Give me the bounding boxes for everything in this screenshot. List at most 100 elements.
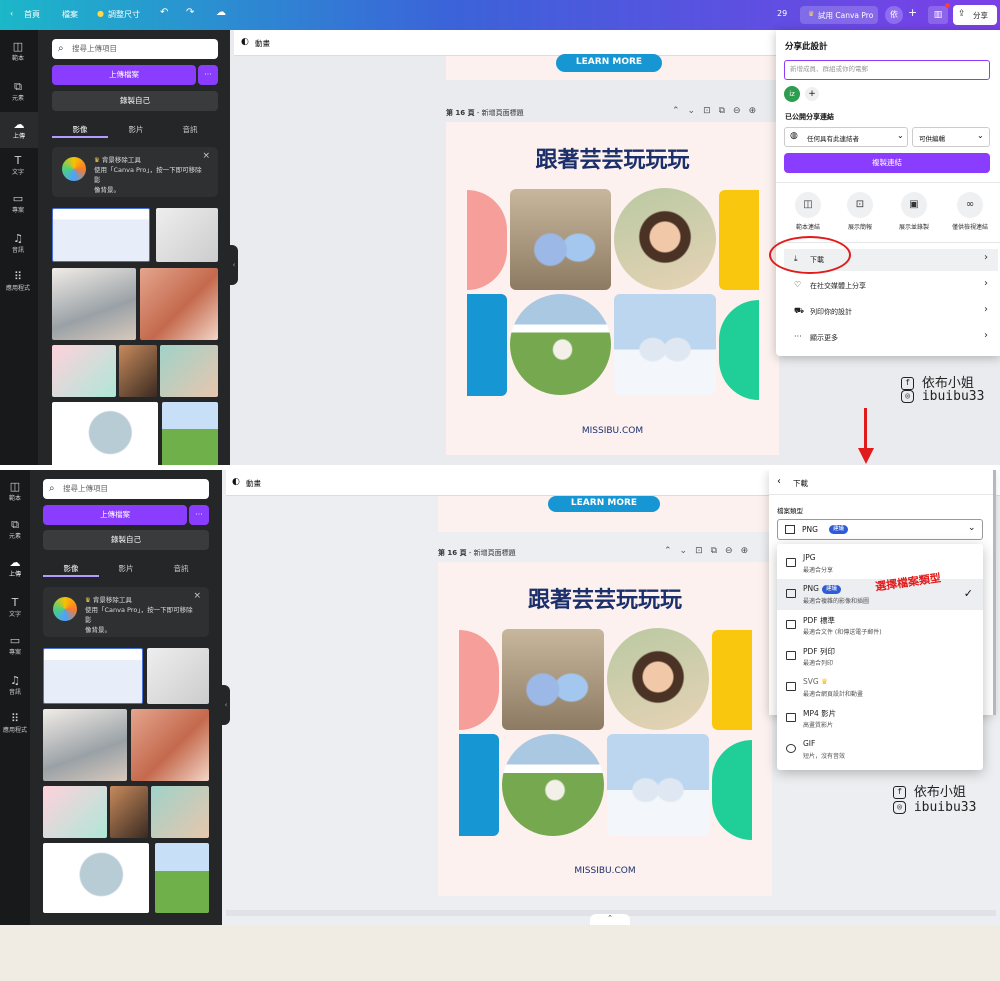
- photo-girl-garden[interactable]: [510, 294, 611, 395]
- show-more-menu-item[interactable]: ··· 顯示更多 ›: [784, 327, 998, 349]
- present-record-action[interactable]: ▣ 展示並錄製: [888, 192, 940, 231]
- share-button[interactable]: ⇪ 分享: [953, 5, 997, 25]
- back-chevron-icon[interactable]: ‹: [10, 9, 13, 18]
- rail-item-audio[interactable]: ♫ 音訊: [0, 232, 36, 254]
- try-pro-button[interactable]: ♛ 試用 Canva Pro: [800, 6, 878, 24]
- upload-thumbnail[interactable]: [43, 786, 107, 838]
- expand-notes-handle[interactable]: ⌃: [590, 914, 630, 925]
- upload-thumbnail[interactable]: [52, 268, 136, 340]
- rail-item-elements[interactable]: ⧉ 元素: [0, 80, 36, 102]
- animate-button[interactable]: 動畫: [255, 38, 270, 49]
- scrollbar[interactable]: [993, 470, 996, 715]
- photo-girls-dresses[interactable]: [502, 629, 604, 730]
- file-type-option-pdf-standard[interactable]: PDF 標準 最適合文件 (和傳送電子郵件): [777, 610, 983, 641]
- upload-files-button[interactable]: 上傳檔案: [52, 65, 196, 85]
- close-icon[interactable]: ×: [193, 591, 201, 601]
- animate-button[interactable]: 動畫: [246, 478, 261, 489]
- collapse-panel-handle[interactable]: ‹: [230, 245, 238, 285]
- undo-icon[interactable]: ↶: [160, 7, 168, 18]
- photo-girl-smiling[interactable]: [614, 188, 716, 290]
- upload-thumbnail[interactable]: [110, 786, 148, 838]
- upload-thumbnail[interactable]: [131, 709, 209, 781]
- photo-girls-snow[interactable]: [614, 294, 716, 395]
- link-access-select[interactable]: ◍ 任何具有此連結者 ⌄: [784, 127, 908, 147]
- permission-select[interactable]: 可供編輯 ⌄: [912, 127, 990, 147]
- file-type-option-gif[interactable]: GIF 短片，沒有音效: [777, 734, 983, 765]
- more-options-icon[interactable]: ···: [189, 505, 209, 525]
- template-link-action[interactable]: ◫ 範本連結: [784, 192, 832, 231]
- rail-item-text[interactable]: T 文字: [0, 596, 30, 618]
- tab-videos[interactable]: 影片: [108, 124, 164, 135]
- analytics-icon[interactable]: ▥: [928, 6, 948, 24]
- upload-thumbnail[interactable]: [52, 345, 116, 397]
- page-tools[interactable]: ⌃⌄⊡⧉⊖⊕: [664, 546, 756, 556]
- photo-girl-smiling[interactable]: [607, 628, 709, 730]
- upload-files-button[interactable]: 上傳檔案: [43, 505, 187, 525]
- photo-girls-dresses[interactable]: [510, 189, 611, 290]
- file-type-option-jpg[interactable]: JPG 最適合分享: [777, 548, 983, 579]
- file-menu[interactable]: 檔案: [62, 9, 78, 20]
- photo-girl-garden[interactable]: [502, 734, 604, 836]
- photo-girls-snow[interactable]: [607, 734, 709, 836]
- file-type-option-mp4[interactable]: MP4 影片 高畫質影片: [777, 703, 983, 734]
- tab-videos[interactable]: 影片: [98, 563, 154, 574]
- upload-thumbnail[interactable]: [52, 208, 150, 262]
- tab-images[interactable]: 影像: [52, 124, 108, 138]
- search-input[interactable]: ⌕ 搜尋上傳項目: [52, 39, 218, 59]
- invite-input[interactable]: 新增成員、群組或你的電郵: [784, 60, 990, 80]
- rail-item-apps[interactable]: ⠿ 應用程式: [0, 270, 36, 292]
- close-icon[interactable]: ×: [202, 151, 210, 161]
- design-page[interactable]: 跟著芸芸玩玩玩 MISSIBU.COM: [446, 122, 779, 455]
- upload-thumbnail[interactable]: [43, 843, 149, 913]
- upload-thumbnail[interactable]: [140, 268, 218, 340]
- upload-thumbnail[interactable]: [162, 402, 218, 470]
- upload-thumbnail[interactable]: [147, 648, 209, 704]
- home-link[interactable]: 首頁: [24, 9, 40, 20]
- upload-thumbnail[interactable]: [160, 345, 218, 397]
- back-chevron-icon[interactable]: ‹: [777, 476, 781, 487]
- page-tools[interactable]: ⌃⌄⊡⧉⊖⊕: [672, 106, 764, 116]
- copy-link-button[interactable]: 複製連結: [784, 153, 990, 173]
- upload-thumbnail[interactable]: [43, 648, 143, 704]
- upload-thumbnail[interactable]: [155, 843, 209, 913]
- cloud-save-icon[interactable]: ☁: [216, 7, 226, 18]
- collapse-panel-handle[interactable]: ‹: [222, 685, 230, 725]
- rail-item-templates[interactable]: ◫ 範本: [0, 480, 30, 502]
- rail-item-audio[interactable]: ♫ 音訊: [0, 674, 30, 696]
- tab-audio[interactable]: 音訊: [162, 124, 218, 135]
- file-type-select[interactable]: PNG 建議 ⌄: [777, 519, 983, 540]
- rail-item-text[interactable]: T 文字: [0, 154, 36, 176]
- present-action[interactable]: ⊡ 展示簡報: [836, 192, 884, 231]
- tab-audio[interactable]: 音訊: [153, 563, 209, 574]
- record-yourself-button[interactable]: 錄製自己: [52, 91, 218, 111]
- rail-item-apps[interactable]: ⠿ 應用程式: [0, 712, 30, 734]
- rail-item-uploads[interactable]: ☁ 上傳: [0, 556, 30, 578]
- more-options-icon[interactable]: ···: [198, 65, 218, 85]
- record-yourself-button[interactable]: 錄製自己: [43, 530, 209, 550]
- print-menu-item[interactable]: ⛟ 列印你的設計 ›: [784, 301, 998, 323]
- rail-item-projects[interactable]: ▭ 專案: [0, 192, 36, 214]
- rail-item-templates[interactable]: ◫ 範本: [0, 40, 36, 62]
- resize-button[interactable]: 調整尺寸: [108, 9, 140, 20]
- search-input[interactable]: ⌕ 搜尋上傳項目: [43, 479, 209, 499]
- avatar[interactable]: 依: [885, 6, 903, 24]
- file-type-option-pdf-print[interactable]: PDF 列印 最適合列印: [777, 641, 983, 672]
- add-member-icon[interactable]: +: [805, 87, 819, 101]
- animate-icon[interactable]: ◐: [232, 477, 240, 487]
- rail-item-uploads[interactable]: ☁ 上傳: [0, 112, 38, 148]
- upload-thumbnail[interactable]: [43, 709, 127, 781]
- add-member-icon[interactable]: +: [908, 6, 917, 19]
- upload-thumbnail[interactable]: [151, 786, 209, 838]
- view-only-link-action[interactable]: ∞ 僅供檢視連結: [942, 192, 998, 231]
- redo-icon[interactable]: ↷: [186, 7, 194, 18]
- design-page[interactable]: 跟著芸芸玩玩玩 MISSIBU.COM: [438, 562, 772, 896]
- file-type-option-svg[interactable]: SVG ♛ 最適合網頁設計和動畫: [777, 672, 983, 703]
- upload-thumbnail[interactable]: [52, 402, 158, 470]
- tab-images[interactable]: 影像: [43, 563, 99, 577]
- animate-icon[interactable]: ◐: [241, 37, 249, 47]
- rail-item-projects[interactable]: ▭ 專案: [0, 634, 30, 656]
- social-share-menu-item[interactable]: ♡ 在社交媒體上分享 ›: [784, 275, 998, 297]
- upload-thumbnail[interactable]: [156, 208, 218, 262]
- upload-thumbnail[interactable]: [119, 345, 157, 397]
- rail-item-elements[interactable]: ⧉ 元素: [0, 518, 30, 540]
